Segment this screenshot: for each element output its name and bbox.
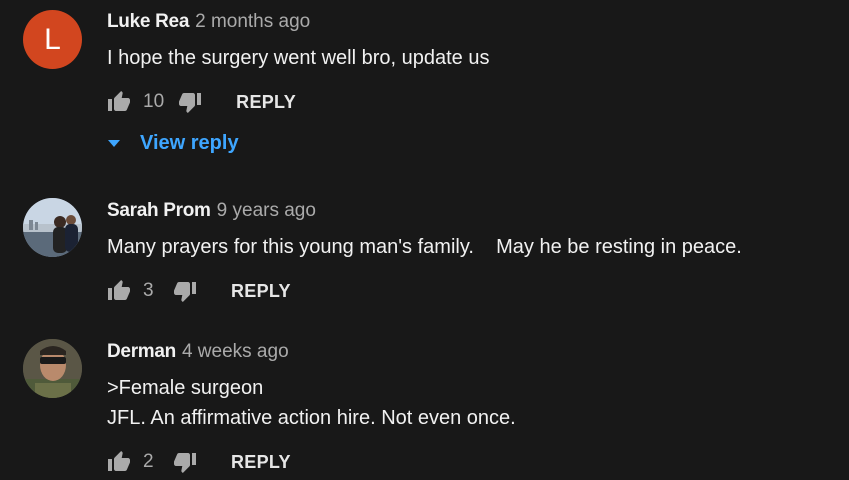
comment-timestamp[interactable]: 4 weeks ago	[182, 341, 289, 362]
avatar[interactable]	[23, 198, 82, 257]
caret-down-icon	[108, 140, 120, 147]
avatar[interactable]	[23, 339, 82, 398]
comment-text-line: >Female surgeon	[107, 377, 264, 399]
avatar[interactable]: L	[23, 10, 82, 69]
like-count: 10	[143, 91, 165, 112]
comment-author[interactable]: Sarah Prom	[107, 200, 211, 221]
thumbs-down-icon[interactable]	[173, 450, 197, 474]
comment-actions: 3 REPLY	[107, 278, 291, 304]
thumbs-up-icon[interactable]	[107, 279, 131, 303]
comment-timestamp[interactable]: 9 years ago	[217, 200, 316, 221]
comment-header: Derman 4 weeks ago	[107, 341, 289, 363]
comment-text: I hope the surgery went well bro, update…	[107, 47, 490, 69]
comment-timestamp[interactable]: 2 months ago	[195, 11, 310, 32]
avatar-letter: L	[44, 22, 61, 56]
thumbs-down-icon[interactable]	[173, 279, 197, 303]
comment-actions: 2 REPLY	[107, 449, 291, 475]
comment-header: Luke Rea 2 months ago	[107, 11, 310, 33]
avatar-photo	[23, 198, 82, 257]
comments-section: L Luke Rea 2 months ago I hope the surger…	[0, 0, 849, 480]
comment-author[interactable]: Derman	[107, 341, 176, 362]
thumbs-down-icon[interactable]	[178, 90, 202, 114]
comment-actions: 10 REPLY	[107, 89, 296, 115]
view-replies-label: View reply	[140, 132, 239, 154]
comment-header: Sarah Prom 9 years ago	[107, 200, 316, 222]
reply-button[interactable]: REPLY	[231, 452, 291, 473]
view-replies-button[interactable]: View reply	[107, 132, 239, 155]
comment-author[interactable]: Luke Rea	[107, 11, 189, 32]
thumbs-up-icon[interactable]	[107, 450, 131, 474]
like-count: 3	[143, 280, 154, 301]
reply-button[interactable]: REPLY	[236, 92, 296, 113]
like-count: 2	[143, 451, 154, 472]
reply-button[interactable]: REPLY	[231, 281, 291, 302]
comment-text-line: JFL. An affirmative action hire. Not eve…	[107, 407, 516, 429]
avatar-photo	[23, 339, 82, 398]
comment-text: Many prayers for this young man's family…	[107, 236, 742, 258]
thumbs-up-icon[interactable]	[107, 90, 131, 114]
